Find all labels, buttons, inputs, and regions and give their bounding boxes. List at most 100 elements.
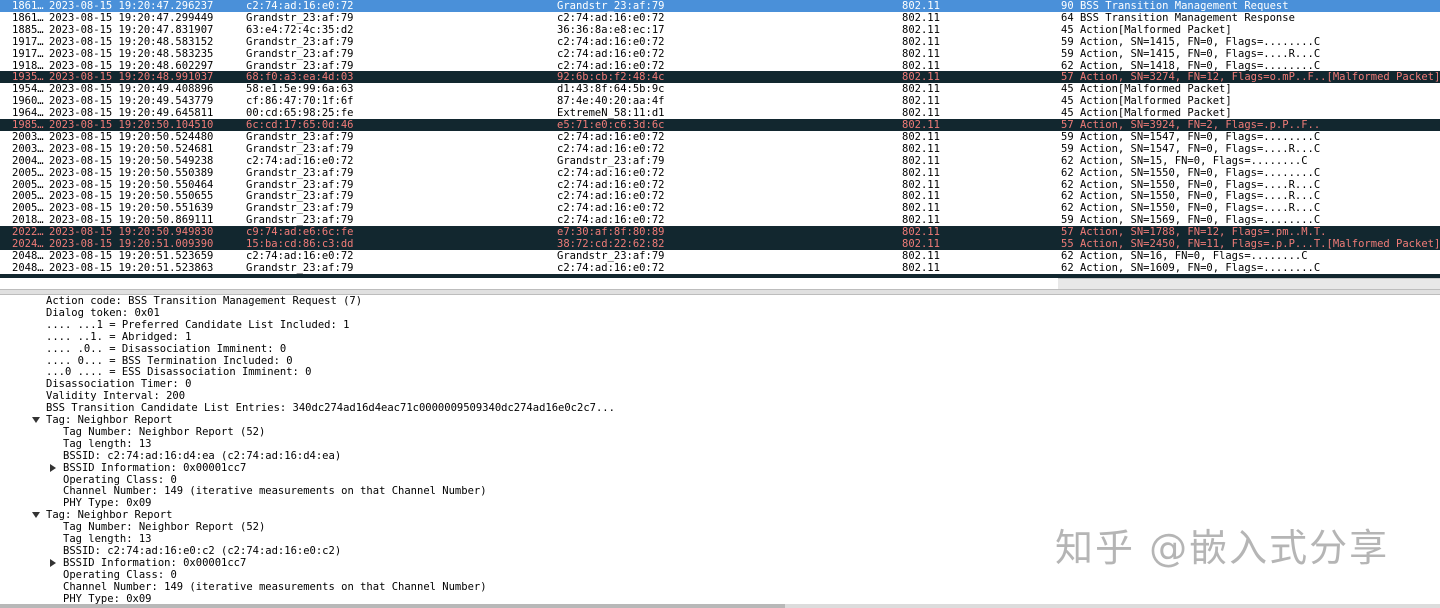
detail-field[interactable]: Tag length: 13	[63, 438, 152, 450]
detail-tree-node[interactable]: BSSID Information: 0x00001cc7	[63, 462, 246, 474]
detail-field[interactable]: Channel Number: 149 (iterative measureme…	[63, 581, 487, 593]
packet-destination: 87:4e:40:20:aa:4f	[557, 95, 665, 108]
packet-row[interactable]: 2048… 2023-08-15 19:20:51.523659 c2:74:ad:…	[0, 250, 1440, 262]
packet-source: Grandstr_23:af:79	[246, 190, 354, 203]
packet-number: 1917…	[12, 35, 44, 48]
detail-field[interactable]: Operating Class: 0	[63, 474, 177, 486]
detail-field[interactable]: BSS Transition Candidate List Entries: 3…	[46, 402, 615, 414]
detail-field[interactable]: Operating Class: 0	[63, 569, 177, 581]
packet-row[interactable]: 2003… 2023-08-15 19:20:50.524681 Grandstr_…	[0, 143, 1440, 155]
packet-time: 2023-08-15 19:20:50.949830	[49, 226, 214, 239]
packet-info: 90 BSS Transition Management Request	[1061, 0, 1289, 12]
packet-row[interactable]: 2005… 2023-08-15 19:20:50.550655 Grandstr_…	[0, 190, 1440, 202]
packet-info: 62 Action, SN=16, FN=0, Flags=........C	[1061, 249, 1308, 262]
packet-list[interactable]: 1861… 2023-08-15 19:20:47.296237 c2:74:ad:…	[0, 0, 1440, 278]
packet-destination: 92:6b:cb:f2:48:4c	[557, 71, 665, 84]
packet-number: 2005…	[12, 190, 44, 203]
detail-field[interactable]: Disassociation Timer: 0	[46, 378, 191, 390]
packet-info: 45 Action[Malformed Packet]	[1061, 23, 1232, 36]
packet-destination: c2:74:ad:16:e0:72	[557, 130, 665, 143]
packet-info: 62 Action, SN=1550, FN=0, Flags=....R...…	[1061, 202, 1321, 215]
packet-row[interactable]: 2048… 2023-08-15 19:20:51.523863 Grandstr_…	[0, 262, 1440, 274]
packet-info: 45 Action[Malformed Packet]	[1061, 95, 1232, 108]
detail-field[interactable]: .... ..1. = Abridged: 1	[46, 331, 191, 343]
detail-field[interactable]: .... 0... = BSS Termination Included: 0	[46, 355, 293, 367]
packet-info: 59 Action, SN=1415, FN=0, Flags=........…	[1061, 35, 1321, 48]
detail-field[interactable]: Channel Number: 149 (iterative measureme…	[63, 485, 487, 497]
packet-destination: 36:36:8a:e8:ec:17	[557, 23, 665, 36]
collapsed-arrow-icon[interactable]	[50, 558, 56, 567]
detail-field[interactable]: BSSID: c2:74:ad:16:e0:c2 (c2:74:ad:16:e0…	[63, 545, 341, 557]
packet-destination: ExtremeN_58:11:d1	[557, 107, 665, 120]
packet-row[interactable]: 1964… 2023-08-15 19:20:49.645811 00:cd:65:…	[0, 107, 1440, 119]
packet-row[interactable]: 2005… 2023-08-15 19:20:50.551639 Grandstr_…	[0, 202, 1440, 214]
packet-row[interactable]: 2018… 2023-08-15 19:20:50.869111 Grandstr_…	[0, 214, 1440, 226]
packet-source: Grandstr_23:af:79	[246, 35, 354, 48]
packet-info: 57 Action, SN=1788, FN=12, Flags=.pm..M.…	[1061, 226, 1327, 239]
packet-row[interactable]: 1918… 2023-08-15 19:20:48.602297 Grandstr_…	[0, 60, 1440, 72]
packet-protocol: 802.11	[902, 107, 940, 120]
packet-info: 59 Action, SN=1569, FN=0, Flags=........…	[1061, 214, 1321, 227]
detail-field[interactable]: BSSID: c2:74:ad:16:d4:ea (c2:74:ad:16:d4…	[63, 450, 341, 462]
detail-field[interactable]: .... .0.. = Disassociation Imminent: 0	[46, 343, 286, 355]
packet-row[interactable]: 1917… 2023-08-15 19:20:48.583235 Grandstr_…	[0, 48, 1440, 60]
detail-tree-node[interactable]: BSSID Information: 0x00001cc7	[63, 557, 246, 569]
packet-row[interactable]: 1885… 2023-08-15 19:20:47.831907 63:e4:72:…	[0, 24, 1440, 36]
packet-info: 59 Action, SN=1547, FN=0, Flags=....R...…	[1061, 142, 1321, 155]
packet-info: 59 Action, SN=1547, FN=0, Flags=........…	[1061, 130, 1321, 143]
packet-protocol: 802.11	[902, 261, 940, 274]
packet-source: 15:ba:cd:86:c3:dd	[246, 238, 354, 250]
packet-row[interactable]: 2024… 2023-08-15 19:20:51.009390 15:ba:cd:…	[0, 238, 1440, 250]
expanded-arrow-icon[interactable]	[32, 417, 40, 423]
packet-destination: c2:74:ad:16:e0:72	[557, 261, 665, 274]
detail-field[interactable]: Action code: BSS Transition Management R…	[46, 295, 362, 307]
detail-tree-node[interactable]: Tag: Neighbor Report	[46, 414, 172, 426]
detail-tree-node[interactable]: Tag: Neighbor Report	[46, 509, 172, 521]
detail-field[interactable]: Tag Number: Neighbor Report (52)	[63, 426, 265, 438]
packet-time: 2023-08-15 19:20:47.296237	[49, 0, 214, 12]
detail-field[interactable]: Dialog token: 0x01	[46, 307, 160, 319]
packet-number: 2005…	[12, 202, 44, 215]
packet-row[interactable]: 2005… 2023-08-15 19:20:50.550464 Grandstr_…	[0, 179, 1440, 191]
packet-row[interactable]: 1861… 2023-08-15 19:20:47.296237 c2:74:ad:…	[0, 0, 1440, 12]
details-horizontal-scrollbar[interactable]	[0, 604, 1440, 608]
detail-field[interactable]: Validity Interval: 200	[46, 390, 185, 402]
packet-time: 2023-08-15 19:20:47.831907	[49, 23, 214, 36]
packet-destination: Grandstr_23:af:79	[557, 154, 665, 167]
detail-field[interactable]: ...0 .... = ESS Disassociation Imminent:…	[46, 366, 312, 378]
packet-row[interactable]: 2003… 2023-08-15 19:20:50.524480 Grandstr_…	[0, 131, 1440, 143]
detail-field[interactable]: .... ...1 = Preferred Candidate List Inc…	[46, 319, 349, 331]
collapsed-arrow-icon[interactable]	[50, 463, 56, 472]
packet-row[interactable]: 2004… 2023-08-15 19:20:50.549238 c2:74:ad:…	[0, 155, 1440, 167]
detail-field[interactable]: Tag length: 13	[63, 533, 152, 545]
packet-number: 1885…	[12, 23, 44, 36]
packet-number: 1960…	[12, 95, 44, 108]
packet-time: 2023-08-15 19:20:51.523659	[49, 249, 214, 262]
packet-time: 2023-08-15 19:20:50.104510	[49, 119, 214, 131]
packet-time: 2023-08-15 19:20:51.523863	[49, 261, 214, 274]
packet-protocol: 802.11	[902, 11, 940, 24]
packet-source: 68:f0:a3:ea:4d:03	[246, 71, 354, 84]
detail-field[interactable]: PHY Type: 0x09	[63, 593, 152, 605]
packet-row[interactable]: 1861… 2023-08-15 19:20:47.299449 Grandstr_…	[0, 12, 1440, 24]
scrollbar-thumb[interactable]	[0, 604, 785, 608]
packet-protocol: 802.11	[902, 166, 940, 179]
packet-destination: c2:74:ad:16:e0:72	[557, 35, 665, 48]
detail-field[interactable]: PHY Type: 0x09	[63, 497, 152, 509]
packet-info: 62 Action, SN=1550, FN=0, Flags=....R...…	[1061, 178, 1321, 191]
packet-info: 45 Action[Malformed Packet]	[1061, 83, 1232, 96]
packet-row[interactable]: 1985… 2023-08-15 19:20:50.104510 6c:cd:17:…	[0, 119, 1440, 131]
packet-number: 1964…	[12, 107, 44, 120]
packet-row[interactable]: 2005… 2023-08-15 19:20:50.550389 Grandstr_…	[0, 167, 1440, 179]
packet-row[interactable]: 1917… 2023-08-15 19:20:48.583152 Grandstr_…	[0, 36, 1440, 48]
detail-field[interactable]: Tag Number: Neighbor Report (52)	[63, 521, 265, 533]
packet-number: 2003…	[12, 142, 44, 155]
packet-time: 2023-08-15 19:20:50.524681	[49, 142, 214, 155]
packet-source: c9:74:ad:e6:6c:fe	[246, 226, 354, 239]
packet-row[interactable]: 1960… 2023-08-15 19:20:49.543779 cf:86:47:…	[0, 95, 1440, 107]
packet-row[interactable]: 1935… 2023-08-15 19:20:48.991037 68:f0:a3:…	[0, 71, 1440, 84]
packet-destination: c2:74:ad:16:e0:72	[557, 202, 665, 215]
expanded-arrow-icon[interactable]	[32, 512, 40, 519]
packet-row[interactable]: 1954… 2023-08-15 19:20:49.408896 58:e1:5e:…	[0, 83, 1440, 95]
packet-row[interactable]: 2022… 2023-08-15 19:20:50.949830 c9:74:ad:…	[0, 226, 1440, 239]
